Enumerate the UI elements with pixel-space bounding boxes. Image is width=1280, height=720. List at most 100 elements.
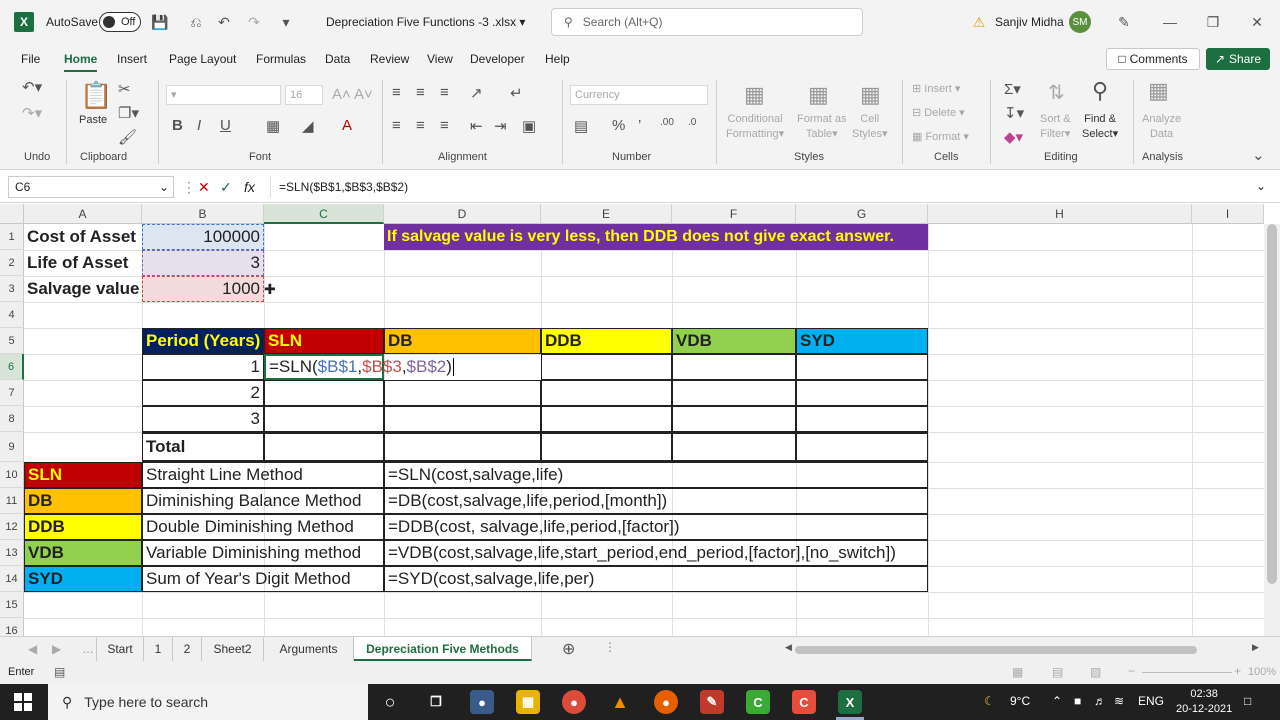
row-header-5[interactable]: 5 — [0, 328, 24, 354]
header-sln[interactable]: SLN — [264, 328, 384, 354]
conditional-formatting-label[interactable]: Conditional Formatting▾ — [726, 112, 784, 142]
task-view-icon[interactable]: ❐ — [424, 690, 448, 714]
align-center-icon[interactable]: ≡ — [416, 117, 425, 134]
method-code-ddb[interactable]: DDB — [24, 514, 142, 540]
align-top-icon[interactable]: ≡ — [392, 84, 401, 101]
row-header-9[interactable]: 9 — [0, 432, 24, 462]
percent-icon[interactable]: % — [612, 117, 625, 134]
excel-taskbar-icon[interactable]: X — [838, 690, 862, 714]
row-header-11[interactable]: 11 — [0, 488, 24, 514]
col-header-h[interactable]: H — [928, 204, 1192, 224]
page-break-view-icon[interactable]: ▧ — [1090, 665, 1101, 679]
col-header-d[interactable]: D — [384, 204, 541, 224]
method-syntax-db[interactable]: =DB(cost,salvage,life,period,[month]) — [384, 488, 928, 514]
row-header-16[interactable]: 16 — [0, 618, 24, 636]
row-header-7[interactable]: 7 — [0, 380, 24, 406]
cell-g6[interactable] — [796, 354, 928, 380]
accounting-format-icon[interactable]: ▤ — [574, 117, 588, 135]
search-box[interactable]: ⚲ Search (Alt+Q) — [551, 8, 863, 36]
row-header-2[interactable]: 2 — [0, 250, 24, 276]
method-name-vdb[interactable]: Variable Diminishing method — [142, 540, 384, 566]
bold-icon[interactable]: B — [172, 117, 183, 134]
method-name-sln[interactable]: Straight Line Method — [142, 462, 384, 488]
horizontal-scroll-thumb[interactable] — [795, 646, 1197, 654]
decrease-decimal-icon[interactable]: .0 — [688, 117, 696, 128]
firefox-icon[interactable]: ● — [654, 690, 678, 714]
hscroll-right-icon[interactable]: ▶ — [1252, 642, 1259, 653]
tabs-split-icon[interactable]: ⋮ — [604, 640, 616, 654]
minimize-icon[interactable]: — — [1160, 12, 1180, 32]
tab-arguments[interactable]: Arguments — [264, 637, 354, 661]
note-banner[interactable]: If salvage value is very less, then DDB … — [384, 224, 928, 250]
windows-start-icon[interactable] — [14, 693, 32, 711]
menu-developer[interactable]: Developer — [470, 52, 525, 66]
number-format-field[interactable]: Currency — [570, 85, 708, 105]
comments-button[interactable]: □ Comments — [1106, 48, 1200, 70]
method-name-db[interactable]: Diminishing Balance Method — [142, 488, 384, 514]
tab-sheet2[interactable]: Sheet2 — [202, 637, 264, 661]
name-box[interactable]: C6 ⌄ — [8, 176, 174, 198]
customize-toolbar-icon[interactable]: ▾ — [276, 12, 296, 32]
autosave-toggle[interactable]: Off — [99, 12, 141, 32]
cell-e8[interactable] — [541, 406, 672, 432]
method-syntax-sln[interactable]: =SLN(cost,salvage,life) — [384, 462, 928, 488]
cell-a2[interactable]: Life of Asset — [24, 250, 142, 276]
share-button[interactable]: ↗ Share — [1206, 48, 1270, 70]
col-header-e[interactable]: E — [541, 204, 672, 224]
wrap-text-icon[interactable]: ↵ — [510, 84, 523, 102]
wifi-icon[interactable]: ≋ — [1114, 694, 1124, 708]
cell-g9[interactable] — [796, 432, 928, 462]
cell-b3[interactable]: 1000 — [142, 276, 264, 302]
analyze-data-label[interactable]: Analyze Data — [1142, 112, 1181, 142]
cell-c9[interactable] — [264, 432, 384, 462]
cell-g7[interactable] — [796, 380, 928, 406]
normal-view-icon[interactable]: ▦ — [1012, 665, 1023, 679]
font-name-field[interactable]: ▾ — [166, 85, 281, 105]
menu-data[interactable]: Data — [325, 52, 350, 66]
shrink-font-icon[interactable]: A˅ — [354, 86, 373, 103]
conditional-formatting-icon[interactable]: ▦ — [744, 82, 765, 108]
method-syntax-vdb[interactable]: =VDB(cost,salvage,life,start_period,end_… — [384, 540, 928, 566]
cell-e7[interactable] — [541, 380, 672, 406]
paste-label[interactable]: Paste — [79, 114, 107, 126]
formula-input[interactable]: =SLN($B$1,$B$3,$B$2) — [270, 176, 1270, 198]
cell-a3[interactable]: Salvage value — [24, 276, 142, 302]
method-name-ddb[interactable]: Double Diminishing Method — [142, 514, 384, 540]
method-code-syd[interactable]: SYD — [24, 566, 142, 592]
method-code-sln[interactable]: SLN — [24, 462, 142, 488]
row-header-8[interactable]: 8 — [0, 406, 24, 432]
format-cells-button[interactable]: ▦ Format ▾ — [912, 130, 969, 143]
find-select-icon[interactable]: ⚲ — [1092, 78, 1108, 104]
cell-styles-label[interactable]: Cell Styles▾ — [852, 112, 888, 142]
cell-b6[interactable]: 1 — [142, 354, 264, 380]
comma-style-icon[interactable]: ’ — [638, 117, 641, 134]
menu-review[interactable]: Review — [370, 52, 409, 66]
cell-c6-editing[interactable]: =SLN($B$1, $B$3, $B$2) — [264, 354, 454, 380]
page-layout-view-icon[interactable]: ▤ — [1052, 665, 1063, 679]
undo-icon[interactable]: ↶ — [214, 12, 234, 32]
format-as-table-icon[interactable]: ▦ — [808, 82, 829, 108]
worksheet[interactable]: A B C D E F G H I 1 2 3 4 5 6 7 8 9 10 1… — [0, 204, 1280, 636]
sort-filter-icon[interactable]: ⇅ — [1048, 80, 1065, 105]
format-as-table-label[interactable]: Format as Table▾ — [797, 112, 847, 142]
row-header-6[interactable]: 6 — [0, 354, 24, 380]
header-db[interactable]: DB — [384, 328, 541, 354]
cell-c7[interactable] — [264, 380, 384, 406]
delete-cells-button[interactable]: ⊟ Delete ▾ — [912, 106, 965, 119]
tab-depreciation-five-methods[interactable]: Depreciation Five Methods — [354, 637, 532, 661]
header-period[interactable]: Period (Years) — [142, 328, 264, 354]
add-sheet-icon[interactable]: ⊕ — [562, 639, 575, 659]
row-header-10[interactable]: 10 — [0, 462, 24, 488]
row-header-13[interactable]: 13 — [0, 540, 24, 566]
menu-page-layout[interactable]: Page Layout — [169, 52, 236, 66]
menu-view[interactable]: View — [427, 52, 453, 66]
tab-1[interactable]: 1 — [144, 637, 173, 661]
volume-icon[interactable]: ♬ — [1094, 694, 1106, 708]
file-explorer-icon[interactable]: ▦ — [516, 690, 540, 714]
tab-2[interactable]: 2 — [173, 637, 202, 661]
network-icon[interactable]: ■ — [1074, 694, 1081, 708]
chrome-icon[interactable]: ● — [562, 690, 586, 714]
header-syd[interactable]: SYD — [796, 328, 928, 354]
font-color-icon[interactable]: A — [342, 117, 352, 134]
format-painter-icon[interactable]: 🖌 — [118, 128, 137, 146]
